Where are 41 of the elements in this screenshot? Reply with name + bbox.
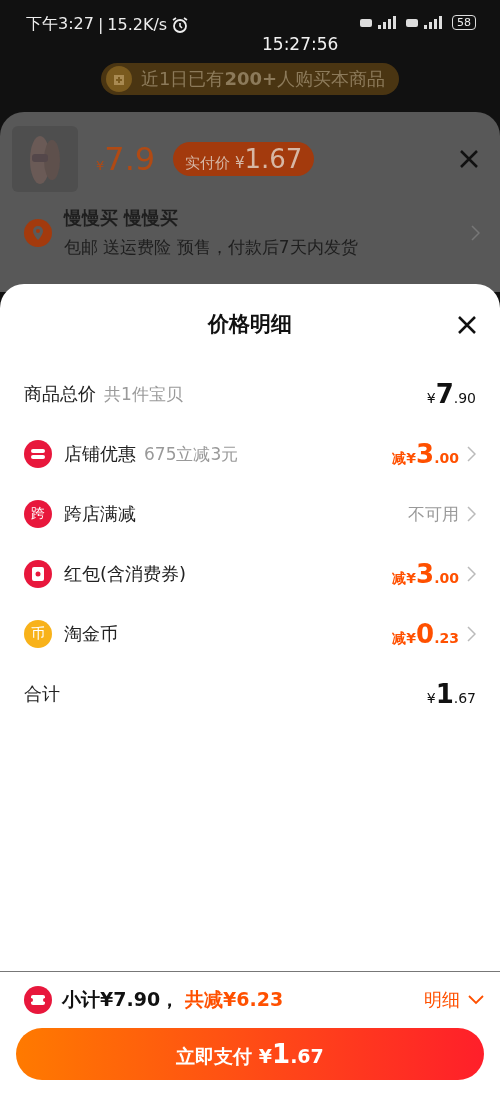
price-amount: ¥1.67 — [426, 679, 476, 709]
clock-overlay: 15:27:56 — [262, 34, 339, 54]
chevron-down-icon — [468, 995, 484, 1005]
close-icon — [458, 148, 480, 170]
close-icon — [456, 314, 478, 336]
chevron-right-icon — [471, 224, 480, 241]
envelope-icon — [24, 560, 52, 588]
row-label: 红包(含消费券) — [64, 562, 187, 586]
close-button[interactable] — [456, 314, 478, 336]
row-note: 共1件宝贝 — [104, 382, 183, 406]
paid-price-badge: 实付价 ¥1.67 — [173, 142, 315, 176]
price-amount: ¥7.90 — [426, 379, 476, 409]
sheet-title: 价格明细 — [208, 311, 292, 338]
cross-store-icon: 跨 — [24, 500, 52, 528]
total-savings: 共减¥6.23 — [185, 987, 284, 1012]
row-note: 675立减3元 — [144, 442, 239, 466]
row-label: 跨店满减 — [64, 502, 136, 526]
coupon-icon — [24, 986, 52, 1014]
row-status: 不可用 — [408, 502, 459, 526]
row-label: 店铺优惠 — [64, 442, 136, 466]
battery-level: 58 — [452, 14, 476, 30]
alarm-icon — [171, 15, 190, 34]
status-time: 下午3:27 — [26, 14, 94, 35]
coin-icon: 币 — [24, 620, 52, 648]
separator: | — [97, 15, 104, 34]
address-name: 慢慢买 慢慢买 — [64, 206, 180, 230]
location-pin-icon — [24, 218, 52, 247]
product-price: ¥7.9 — [96, 140, 156, 178]
discount-amount: 减¥3.00 — [392, 439, 459, 469]
banner-text: 近1日已有200+人购买本商品 — [140, 67, 386, 91]
pay-button[interactable]: 立即支付 ¥1.67 — [16, 1028, 484, 1080]
bag-icon — [104, 65, 133, 93]
discount-amount: 减¥3.00 — [392, 559, 459, 589]
discount-amount: 减¥0.23 — [392, 619, 459, 649]
network-speed: 15.2K/s — [107, 15, 168, 34]
row-label: 合计 — [24, 682, 60, 706]
row-label: 淘金币 — [64, 622, 118, 646]
subtotal: 小计¥7.90， — [62, 987, 180, 1012]
shop-icon — [24, 440, 52, 468]
row-label: 商品总价 — [24, 382, 96, 406]
detail-toggle[interactable]: 明细 — [424, 988, 484, 1012]
